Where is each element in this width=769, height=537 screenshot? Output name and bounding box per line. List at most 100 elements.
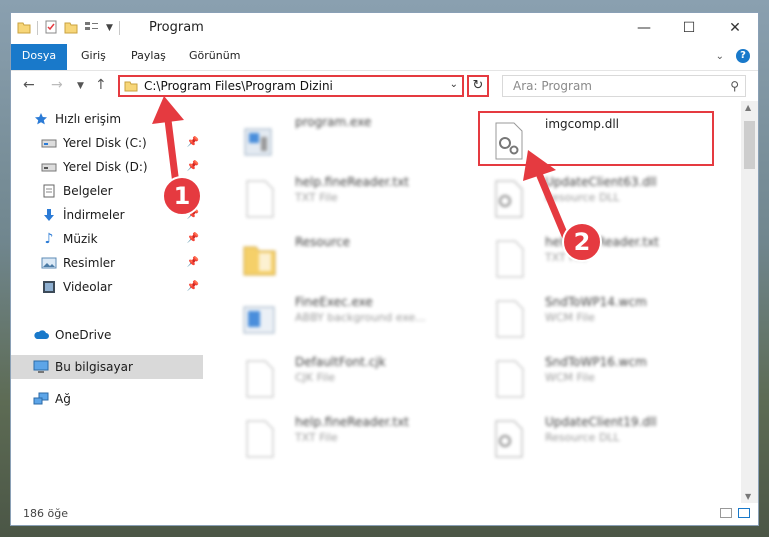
search-box[interactable]: Ara: Program ⚲ [502,75,746,97]
customize-toolbar-icon[interactable]: ▼ [106,23,113,33]
file-type: Resource DLL [545,431,620,444]
file-item[interactable]: FineExec.exe ABBY background exe... [229,291,469,341]
exe-icon [241,119,277,159]
file-type: WCM File [545,311,595,324]
tab-view[interactable]: Görünüm [179,44,250,68]
step-badge-1: 1 [162,176,202,216]
text-file-icon [241,419,277,459]
file-item[interactable]: help.fineReader.txt TXT File [229,171,469,221]
refresh-button[interactable]: ↻ [467,75,489,97]
tab-home[interactable]: Giriş [71,44,116,68]
drive-icon [41,135,57,151]
file-item[interactable]: SndToWP16.wcm WCM File [479,351,719,401]
pin-icon[interactable]: 📌 [187,233,199,244]
folder-icon [124,80,138,95]
help-icon[interactable]: ? [736,49,750,63]
nav-item-label: Hızlı erişim [55,112,122,126]
download-icon [41,207,57,223]
file-item[interactable]: SndToWP14.wcm WCM File [479,291,719,341]
chevron-down-icon[interactable]: ⌄ [450,79,458,90]
nav-item-label: OneDrive [55,328,112,342]
pin-icon[interactable]: 📌 [187,257,199,268]
drive-icon [41,159,57,175]
back-arrow-icon[interactable]: ← [23,77,35,93]
close-button[interactable]: ✕ [712,13,758,43]
properties-icon[interactable] [44,20,58,37]
file-name: SndToWP16.wcm [545,355,647,369]
file-name: DefaultFont.cjk [295,355,386,369]
network-icon [33,391,49,407]
documents-icon [41,183,57,199]
scrollbar-thumb[interactable] [744,121,755,169]
text-file-icon [491,239,527,279]
nav-item-label: Videolar [63,280,113,294]
toolbar-separator [118,21,120,35]
address-bar[interactable]: C:\Program Files\Program Dizini ⌄ [118,75,464,97]
nav-item-label: Belgeler [63,184,113,198]
blank-file-icon [491,359,527,399]
nav-item-pictures[interactable]: Resimler 📌 [41,251,203,275]
file-type: TXT File [295,431,338,444]
pictures-icon [41,255,57,271]
nav-item-videos[interactable]: Videolar 📌 [41,275,203,299]
nav-item-this-pc[interactable]: Bu bilgisayar [11,355,203,379]
file-name: help.fineReader.txt [295,175,409,189]
address-path: C:\Program Files\Program Dizini [144,79,333,93]
file-item[interactable]: program.exe [229,111,469,161]
file-type: Resource DLL [545,191,620,204]
large-icons-view-icon[interactable] [738,508,750,518]
navigation-pane: Hızlı erişim Yerel Disk (C:) 📌 Yerel Dis… [11,101,207,501]
file-name: UpdateClient19.dll [545,415,657,429]
minimize-button[interactable]: — [621,13,667,43]
file-item[interactable]: UpdateClient63.dll Resource DLL [479,171,719,221]
quick-access-toolbar: ▼ [17,20,120,36]
explorer-window: ▼ Program — ☐ ✕ Dosya Giriş Paylaş Görün… [10,12,759,526]
dll-gear-icon [491,419,527,459]
file-item[interactable]: Resource [229,231,469,281]
file-type: WCM File [545,371,595,384]
up-arrow-icon[interactable]: ↑ [95,77,107,93]
blank-file-icon [491,299,527,339]
blank-file-icon [241,359,277,399]
nav-item-onedrive[interactable]: OneDrive [33,323,203,347]
dll-gear-icon [491,179,527,219]
file-item[interactable]: UpdateClient19.dll Resource DLL [479,411,719,461]
forward-arrow-icon[interactable]: → [51,77,63,93]
tab-share[interactable]: Paylaş [121,44,176,68]
scroll-down-icon[interactable]: ▼ [745,492,751,501]
vertical-scrollbar[interactable]: ▲ ▼ [741,101,758,503]
folder-icon[interactable] [17,20,31,37]
nav-item-label: Yerel Disk (D:) [63,160,148,174]
nav-item-label: İndirmeler [63,208,125,222]
status-bar: 186 öğe [11,503,758,525]
window-title: Program [149,20,204,35]
nav-item-quick-access[interactable]: Hızlı erişim [33,107,225,131]
recent-locations-icon[interactable]: ▼ [77,81,84,91]
nav-item-music[interactable]: ♪ Müzik 📌 [41,227,203,251]
file-name: FineExec.exe [295,295,373,309]
title-bar: ▼ Program — ☐ ✕ [11,13,758,43]
file-name: UpdateClient63.dll [545,175,657,189]
pin-icon[interactable]: 📌 [187,161,199,172]
pin-icon[interactable]: 📌 [187,281,199,292]
file-item[interactable]: help.fineReader.txt TXT File [229,411,469,461]
ribbon-tabs: Dosya Giriş Paylaş Görünüm ⌄ ? [11,44,758,94]
pin-icon[interactable]: 📌 [187,137,199,148]
file-name: Resource [295,235,351,249]
nav-item-network[interactable]: Ağ [33,387,203,411]
ribbon-right-controls: ⌄ ? [716,49,750,63]
highlight-box-imgcomp [478,111,714,166]
nav-item-local-disk-c[interactable]: Yerel Disk (C:) 📌 [41,131,203,155]
new-folder-icon[interactable] [64,20,78,37]
maximize-button[interactable]: ☐ [666,13,712,43]
view-options-icon[interactable] [84,20,100,37]
search-icon: ⚲ [730,79,739,93]
music-icon: ♪ [44,231,54,247]
toolbar-separator [37,21,38,35]
file-type: CJK File [295,371,336,384]
scroll-up-icon[interactable]: ▲ [745,103,751,112]
file-item[interactable]: DefaultFont.cjk CJK File [229,351,469,401]
computer-icon [33,359,49,375]
expand-ribbon-icon[interactable]: ⌄ [716,51,724,62]
details-view-icon[interactable] [720,508,732,518]
